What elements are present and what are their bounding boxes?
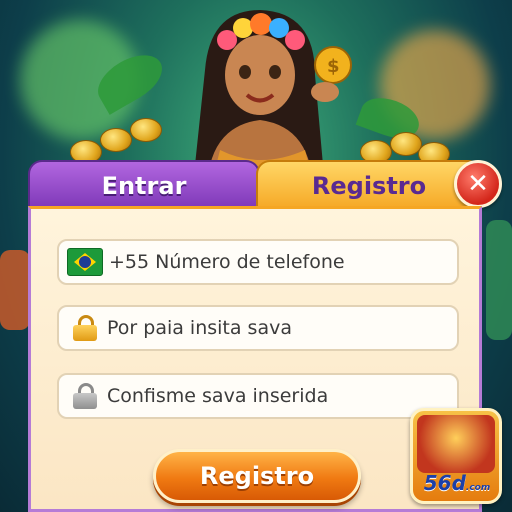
lock-icon (73, 315, 97, 341)
close-button[interactable]: ✕ (454, 160, 502, 208)
logo-text: 56d.com (423, 471, 491, 495)
svg-text:$: $ (327, 56, 340, 77)
character-illustration: $ (195, 10, 352, 170)
side-decoration (486, 220, 512, 340)
side-decoration (0, 250, 30, 330)
phone-prefix: +55 (109, 251, 150, 273)
confirm-password-placeholder: Confisme sava inserida (107, 385, 329, 407)
password-placeholder: Por paia insita sava (107, 317, 292, 339)
brand-logo: 56d.com (410, 408, 502, 504)
phone-placeholder: Número de telefone (155, 251, 345, 273)
close-icon: ✕ (467, 169, 489, 199)
password-field[interactable]: Por paia insita sava (57, 305, 459, 351)
coin-icon (130, 118, 162, 142)
brazil-flag-icon (67, 248, 103, 276)
coin-icon (100, 128, 132, 152)
logo-artwork (417, 415, 495, 473)
lock-icon (73, 383, 97, 409)
tab-login[interactable]: Entrar (28, 160, 260, 210)
tab-register[interactable]: Registro (256, 160, 482, 210)
phone-field[interactable]: +55 Número de telefone (57, 239, 459, 285)
register-button[interactable]: Registro (153, 449, 361, 503)
confirm-password-field[interactable]: Confisme sava inserida (57, 373, 459, 419)
